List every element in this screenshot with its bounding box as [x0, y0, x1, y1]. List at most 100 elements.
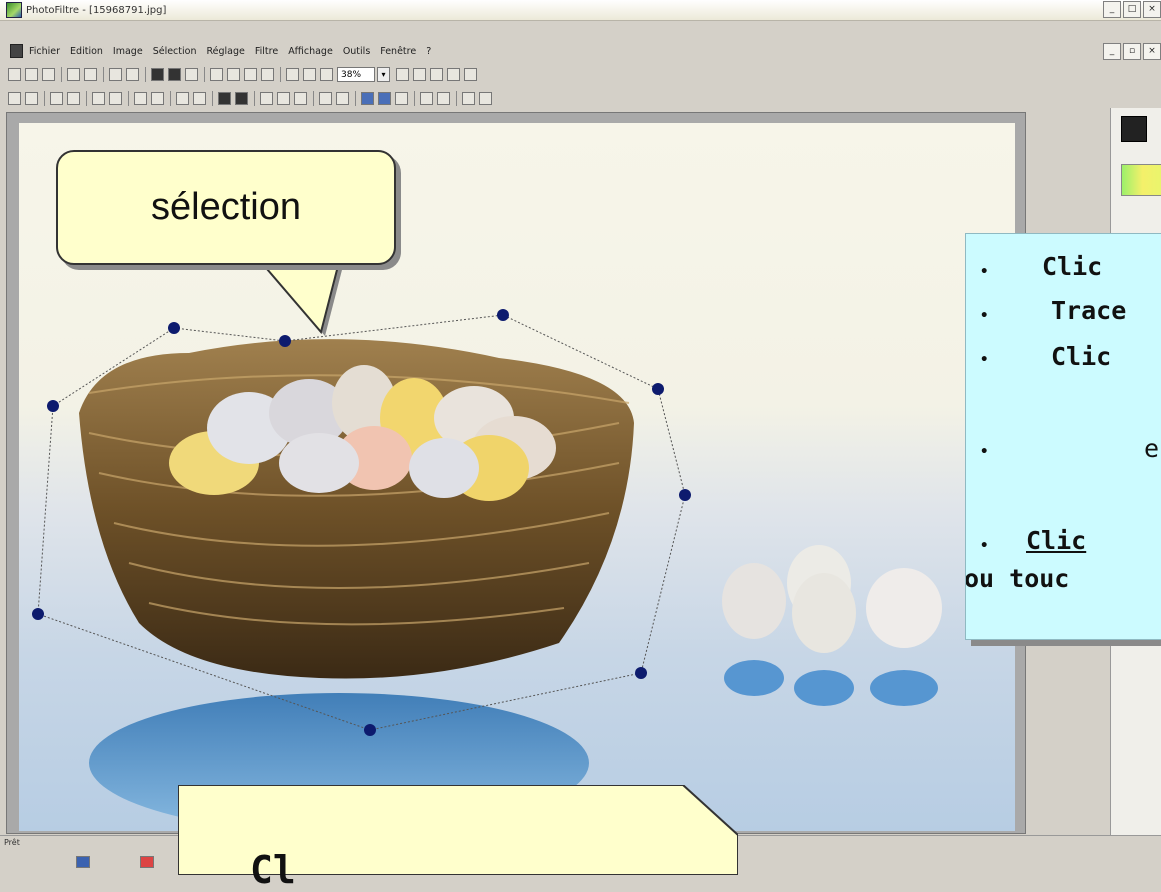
taskbar-icon[interactable]: [76, 856, 90, 868]
crop-icon[interactable]: [185, 67, 198, 81]
toolbar-separator: [204, 66, 205, 82]
toolbar-separator: [355, 90, 356, 106]
maximize-icon[interactable]: □: [1123, 1, 1141, 18]
menu-reglage[interactable]: Réglage: [206, 46, 244, 57]
zoom-select[interactable]: 38%: [337, 66, 375, 82]
filter-icon[interactable]: [361, 91, 374, 105]
document-icon[interactable]: [10, 44, 23, 58]
toolbar-separator: [145, 66, 146, 82]
filter-icon[interactable]: [319, 91, 332, 105]
filter-icon[interactable]: [218, 91, 231, 105]
layer-icon[interactable]: [286, 67, 299, 81]
filter-toolbar: [0, 88, 1161, 108]
filter-icon[interactable]: [336, 91, 349, 105]
toolbar-separator: [61, 66, 62, 82]
filter-icon[interactable]: [8, 91, 21, 105]
toolbar-separator: [170, 90, 171, 106]
image-size-icon[interactable]: [151, 67, 164, 81]
main-toolbar: 38% ▾: [0, 64, 1161, 84]
copy-icon[interactable]: [210, 67, 223, 81]
filter-icon[interactable]: [67, 91, 80, 105]
filter-icon[interactable]: [176, 91, 189, 105]
instruction-line-1: Clic: [1042, 252, 1103, 281]
filter-icon[interactable]: [462, 91, 475, 105]
color-gradient[interactable]: [1121, 164, 1161, 196]
loose-eggs: [722, 545, 942, 706]
paste-icon[interactable]: [227, 67, 240, 81]
menu-filtre[interactable]: Filtre: [255, 46, 278, 57]
filter-icon[interactable]: [277, 91, 290, 105]
filter-icon[interactable]: [260, 91, 273, 105]
menu-selection[interactable]: Sélection: [153, 46, 197, 57]
foreground-color-swatch[interactable]: [1121, 116, 1147, 142]
menu-affichage[interactable]: Affichage: [288, 46, 333, 57]
filter-icon[interactable]: [134, 91, 147, 105]
filter-icon[interactable]: [479, 91, 492, 105]
print-icon[interactable]: [67, 67, 80, 81]
bullet-icon: •: [980, 308, 989, 324]
toolbar-separator: [313, 90, 314, 106]
menu-fenetre[interactable]: Fenêtre: [380, 46, 416, 57]
instruction-line-6: ou touc: [965, 564, 1070, 593]
select-icon[interactable]: [244, 67, 257, 81]
frame-icon[interactable]: [320, 67, 333, 81]
zoom-out-icon[interactable]: [413, 67, 426, 81]
bullet-icon: •: [980, 538, 989, 554]
menu-fichier[interactable]: Fichier: [29, 46, 60, 57]
filter-icon[interactable]: [235, 91, 248, 105]
toolbar-separator: [103, 66, 104, 82]
filter-icon[interactable]: [437, 91, 450, 105]
text-icon[interactable]: [261, 67, 274, 81]
selection-callout-label: sélection: [151, 186, 301, 228]
doc-restore-icon[interactable]: ▫: [1123, 43, 1141, 60]
toolbar-separator: [254, 90, 255, 106]
title-bar: PhotoFiltre - [15968791.jpg] _ □ ×: [0, 0, 1161, 21]
canvas-size-icon[interactable]: [168, 67, 181, 81]
filter-icon[interactable]: [294, 91, 307, 105]
filter-icon[interactable]: [378, 91, 391, 105]
instructions-box: • Clic • Trace • Clic • e • Clic ou touc: [965, 233, 1161, 640]
document-window-controls: _ ▫ ×: [1101, 43, 1161, 60]
doc-close-icon[interactable]: ×: [1143, 43, 1161, 60]
filter-icon[interactable]: [25, 91, 38, 105]
filter-icon[interactable]: [92, 91, 105, 105]
instruction-line-2: Trace: [1051, 296, 1127, 325]
fit-icon[interactable]: [430, 67, 443, 81]
bullet-icon: •: [980, 264, 989, 280]
filter-icon[interactable]: [395, 91, 408, 105]
app-icon: [6, 2, 22, 18]
scan-icon[interactable]: [84, 67, 97, 81]
undo-icon[interactable]: [109, 67, 122, 81]
taskbar-icon[interactable]: [140, 856, 154, 868]
filter-icon[interactable]: [193, 91, 206, 105]
chevron-down-icon[interactable]: ▾: [377, 66, 390, 82]
save-icon[interactable]: [42, 67, 55, 81]
effect-icon[interactable]: [303, 67, 316, 81]
close-icon[interactable]: ×: [1143, 1, 1161, 18]
window-controls: _ □ ×: [1101, 1, 1161, 18]
doc-minimize-icon[interactable]: _: [1103, 43, 1121, 60]
fullscreen-icon[interactable]: [464, 67, 477, 81]
toolbar-separator: [86, 90, 87, 106]
menu-bar: Fichier Edition Image Sélection Réglage …: [0, 41, 1161, 61]
open-file-icon[interactable]: [25, 67, 38, 81]
filter-icon[interactable]: [50, 91, 63, 105]
menu-edition[interactable]: Edition: [70, 46, 103, 57]
redo-icon[interactable]: [126, 67, 139, 81]
callout-tail: [259, 262, 343, 336]
filter-icon[interactable]: [151, 91, 164, 105]
minimize-icon[interactable]: _: [1103, 1, 1121, 18]
instruction-line-5: Clic: [1026, 526, 1087, 555]
instruction-line-4: e: [1144, 434, 1160, 463]
menu-help[interactable]: ?: [426, 46, 431, 57]
bullet-icon: •: [980, 352, 989, 368]
new-file-icon[interactable]: [8, 67, 21, 81]
bottom-callout-label: Cl: [250, 848, 296, 892]
actual-size-icon[interactable]: [447, 67, 460, 81]
zoom-in-icon[interactable]: [396, 67, 409, 81]
menu-image[interactable]: Image: [113, 46, 143, 57]
toolbar-separator: [456, 90, 457, 106]
menu-outils[interactable]: Outils: [343, 46, 370, 57]
filter-icon[interactable]: [109, 91, 122, 105]
filter-icon[interactable]: [420, 91, 433, 105]
